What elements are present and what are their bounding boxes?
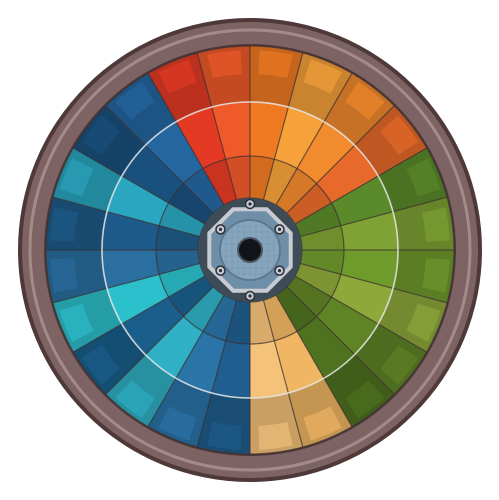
- segment-tile: [421, 258, 450, 293]
- hub-bolt-center: [248, 202, 252, 206]
- wheel-artwork: [0, 0, 499, 500]
- segment-tile: [207, 421, 242, 450]
- segment-tile: [258, 50, 293, 79]
- segment-tile: [258, 421, 293, 450]
- segment-tile: [50, 258, 79, 293]
- hub-bolt-center: [248, 294, 252, 298]
- hub-bolt-center: [218, 269, 223, 273]
- segment-tile: [207, 50, 242, 79]
- segment-tile: [421, 207, 450, 242]
- axle-hole: [237, 237, 263, 263]
- hub-bolt-center: [277, 269, 282, 273]
- segment-tile: [50, 207, 79, 242]
- hub-bolt-center: [218, 227, 223, 231]
- center-hub: [198, 198, 302, 302]
- hub-bolt-center: [277, 227, 282, 231]
- color-wheel-svg: [18, 18, 482, 482]
